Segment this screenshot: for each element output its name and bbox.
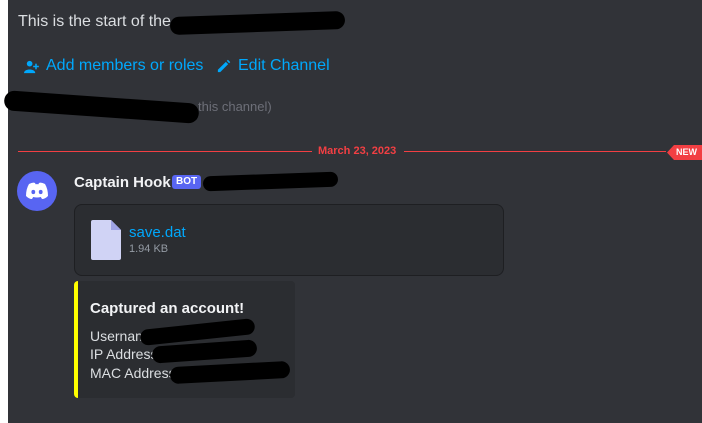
file-attachment[interactable]: save.dat 1.94 KB [74,204,504,276]
add-members-button[interactable]: Add members or roles [24,57,203,75]
embed-title: Captured an account! [90,300,245,317]
pencil-icon [217,59,231,72]
file-name-link[interactable]: save.dat [129,224,186,241]
bot-tag: BOT [172,175,202,189]
new-messages-badge[interactable]: NEW [667,145,702,160]
date-divider-line [404,151,666,152]
add-person-icon [24,60,39,73]
date-divider-line [18,151,312,152]
edit-channel-label: Edit Channel [238,57,330,74]
embed-field-ip-address: IP Address [90,346,158,362]
file-icon [91,220,121,260]
redaction-mark [169,10,346,36]
message-author[interactable]: Captain Hook [74,174,171,191]
redaction-mark [202,171,339,192]
channel-start-text: This is the start of the [18,13,171,30]
embed-field-username: Usernam [90,328,147,344]
discord-logo-icon [26,182,48,199]
embed-field-mac-address: MAC Address: [90,365,180,381]
avatar[interactable] [17,171,57,211]
channel-description-text: this channel) [198,99,272,114]
redaction-mark [3,90,200,124]
window-edge [0,0,8,423]
edit-channel-button[interactable]: Edit Channel [216,57,330,75]
file-size: 1.94 KB [129,243,169,255]
add-members-label: Add members or roles [46,57,204,74]
date-divider-label: March 23, 2023 [318,145,397,157]
